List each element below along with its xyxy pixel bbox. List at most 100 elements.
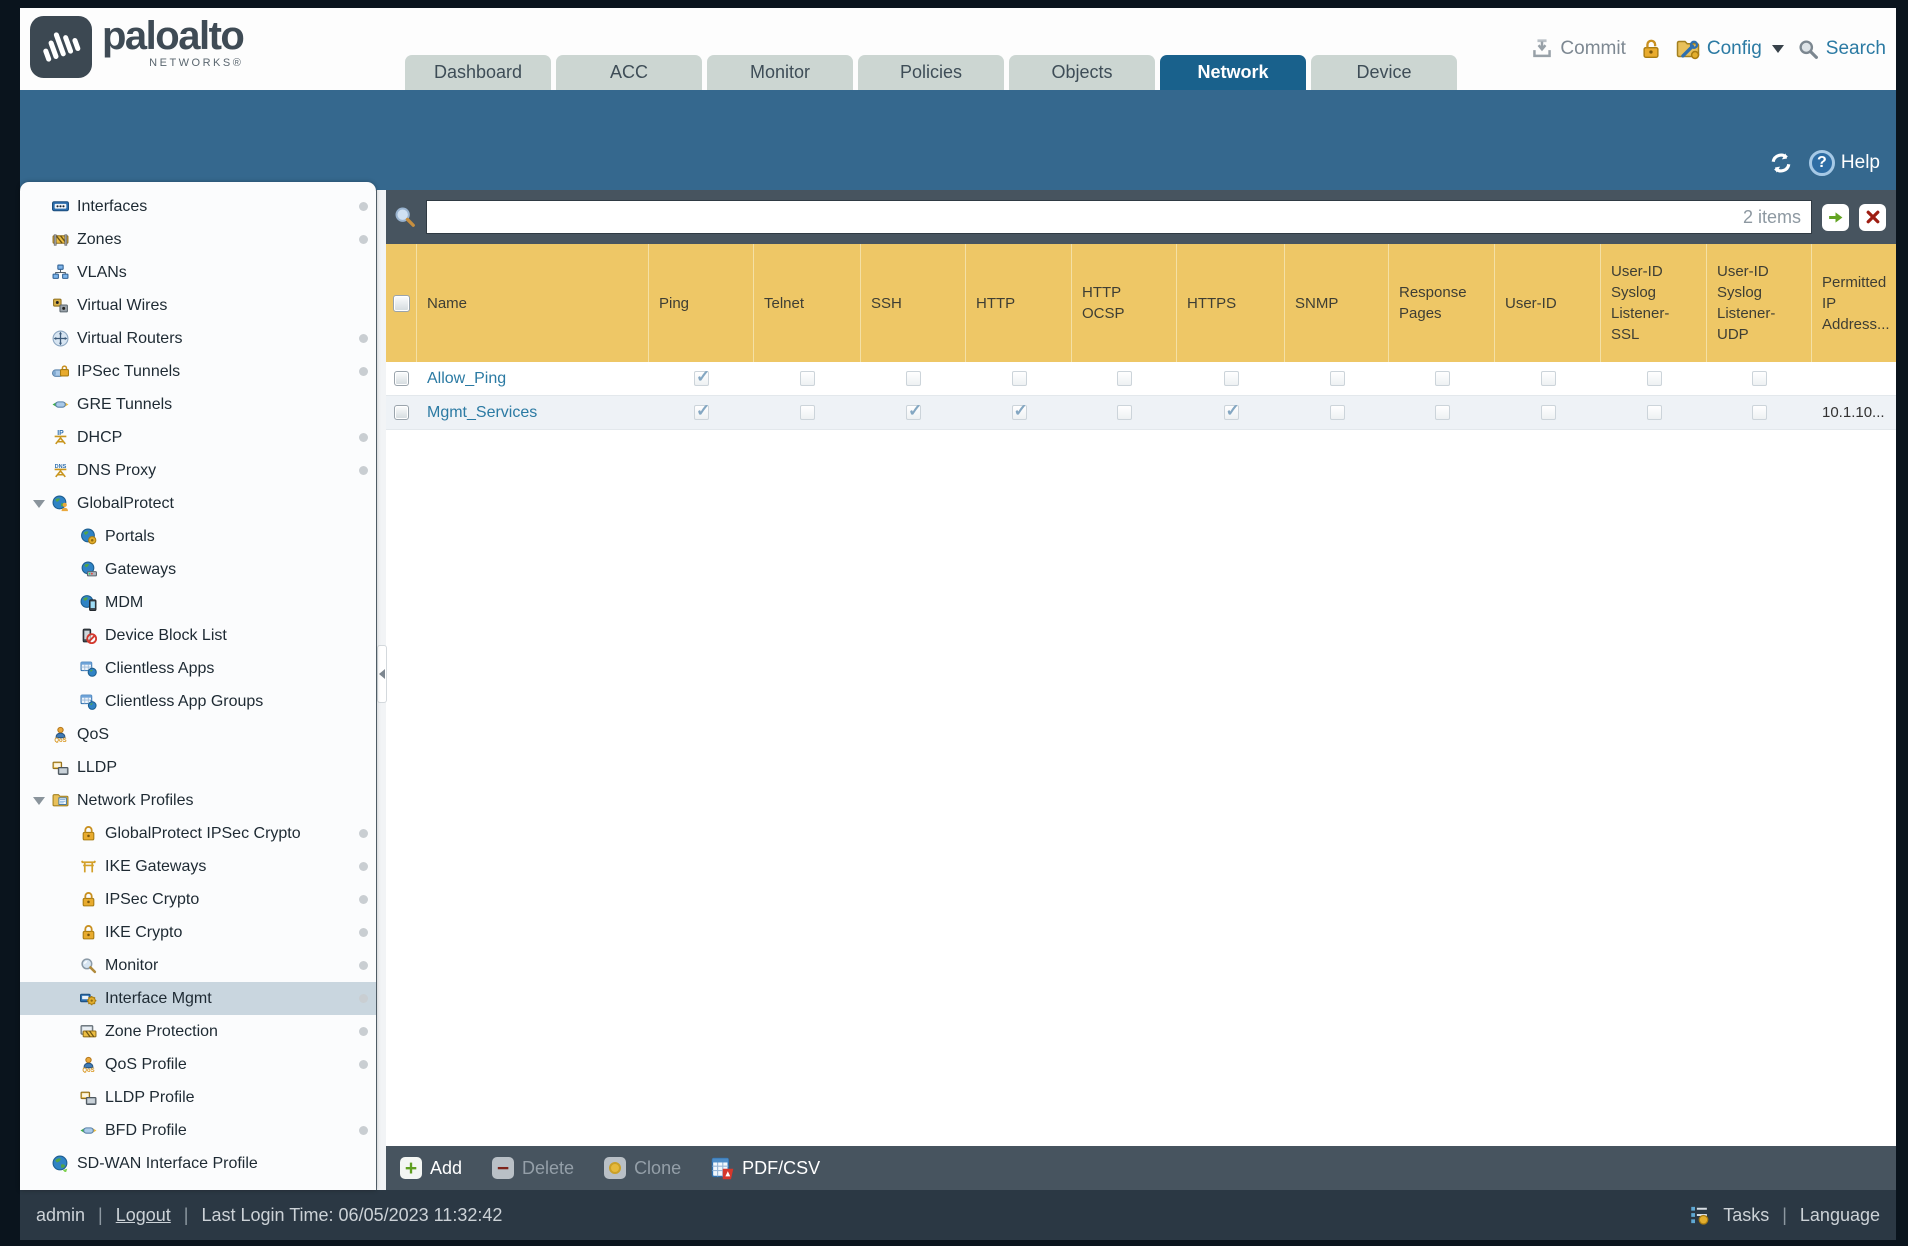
column-header-name[interactable]: Name (417, 244, 649, 362)
column-header-permitted-ip-address[interactable]: Permitted IP Address... (1812, 244, 1900, 362)
sidebar-item-virtual-routers[interactable]: Virtual Routers (20, 322, 376, 355)
column-label: User-ID Syslog Listener-SSL (1611, 263, 1670, 343)
capps-icon (80, 660, 97, 677)
tab-policies[interactable]: Policies (858, 55, 1004, 90)
sidebar-item-interfaces[interactable]: Interfaces (20, 190, 376, 223)
sidebar-item-qos-profile[interactable]: QoS QoS Profile (20, 1048, 376, 1081)
ping-cell (649, 396, 754, 429)
clone-button[interactable]: Clone (604, 1157, 681, 1179)
commit-button[interactable]: Commit (1531, 38, 1626, 60)
sidebar-item-gateways[interactable]: Gateways (20, 553, 376, 586)
column-header-http-ocsp[interactable]: HTTP OCSP (1072, 244, 1177, 362)
tab-network[interactable]: Network (1160, 55, 1306, 90)
bfd-icon (80, 1122, 97, 1139)
sidebar-item-label: Clientless Apps (105, 659, 215, 677)
sidebar-item-globalprotect[interactable]: GlobalProtect (20, 487, 376, 520)
logout-link[interactable]: Logout (116, 1205, 171, 1226)
column-header-user-id[interactable]: User-ID (1495, 244, 1601, 362)
column-header-telnet[interactable]: Telnet (754, 244, 861, 362)
column-header-response-pages[interactable]: Response Pages (1389, 244, 1495, 362)
gp-icon (52, 495, 69, 512)
sidebar-item-vlans[interactable]: VLANs (20, 256, 376, 289)
row-checkbox[interactable] (394, 405, 409, 420)
tab-acc[interactable]: ACC (556, 55, 702, 90)
tab-dashboard[interactable]: Dashboard (405, 55, 551, 90)
sidebar-item-qos[interactable]: QoS QoS (20, 718, 376, 751)
sidebar-item-ipsec-tunnels[interactable]: IPSec Tunnels (20, 355, 376, 388)
search-menu[interactable]: Search (1798, 38, 1886, 60)
sidebar-item-interface-mgmt[interactable]: Interface Mgmt (20, 982, 376, 1015)
help-icon: ? (1808, 150, 1835, 176)
filter-toolbar: 2 items (386, 190, 1896, 244)
paloalto-logo-icon (30, 16, 92, 78)
sidebar-item-ike-gateways[interactable]: IKE Gateways (20, 850, 376, 883)
sidebar-item-ike-crypto[interactable]: IKE Crypto (20, 916, 376, 949)
sidebar-item-lldp[interactable]: LLDP (20, 751, 376, 784)
sidebar-item-monitor[interactable]: Monitor (20, 949, 376, 982)
sidebar-item-clientless-app-groups[interactable]: 3 Clientless App Groups (20, 685, 376, 718)
column-label: HTTP OCSP (1082, 284, 1125, 322)
tasks-button[interactable]: Tasks (1723, 1205, 1769, 1226)
permitted-ip-cell: 10.1.10... (1822, 404, 1885, 421)
sidebar-item-ipsec-crypto[interactable]: IPSec Crypto (20, 883, 376, 916)
sidebar-item-portals[interactable]: Portals (20, 520, 376, 553)
sidebar-item-device-block-list[interactable]: Device Block List (20, 619, 376, 652)
sidebar-item-lldp-profile[interactable]: LLDP Profile (20, 1081, 376, 1114)
language-button[interactable]: Language (1800, 1205, 1880, 1226)
user_id-unchecked-checkbox (1540, 405, 1556, 420)
sidebar-item-sd-wan-interface-profile[interactable]: SD-WAN Interface Profile (20, 1147, 376, 1180)
row-checkbox[interactable] (394, 371, 409, 386)
red-x-icon (1866, 210, 1879, 224)
sidebar-item-virtual-wires[interactable]: Virtual Wires (20, 289, 376, 322)
pdf-csv-button[interactable]: PDF/CSV (711, 1157, 820, 1180)
uid_syslog_udp-unchecked-checkbox (1752, 371, 1767, 386)
column-header-user-id-syslog-listener-ssl[interactable]: User-ID Syslog Listener-SSL (1601, 244, 1707, 362)
lock-icon[interactable] (1640, 38, 1662, 60)
caret-down-icon[interactable] (33, 796, 45, 805)
ssh-cell (861, 362, 966, 395)
sidebar-item-clientless-apps[interactable]: Clientless Apps (20, 652, 376, 685)
config-menu[interactable]: Config (1676, 37, 1784, 61)
sidebar-item-zones[interactable]: Zones (20, 223, 376, 256)
column-header-user-id-syslog-listener-udp[interactable]: User-ID Syslog Listener-UDP (1707, 244, 1812, 362)
sidebar-item-label: Network Profiles (77, 791, 194, 809)
sidebar-item-zone-protection[interactable]: Zone Protection (20, 1015, 376, 1048)
item-dot (359, 202, 368, 211)
sidebar-item-bfd-profile[interactable]: BFD Profile (20, 1114, 376, 1147)
caret-down-icon[interactable] (33, 499, 45, 508)
help-button[interactable]: ? Help (1808, 150, 1880, 176)
refresh-icon[interactable] (1769, 151, 1793, 175)
column-header-https[interactable]: HTTPS (1177, 244, 1285, 362)
select-all-checkbox[interactable] (392, 294, 410, 312)
sidebar-splitter[interactable] (376, 190, 387, 1190)
column-header-ssh[interactable]: SSH (861, 244, 966, 362)
footer-separator: | (1782, 1204, 1787, 1225)
apply-filter-button[interactable] (1822, 203, 1849, 231)
sidebar-item-network-profiles[interactable]: Network Profiles (20, 784, 376, 817)
add-button[interactable]: + Add (400, 1157, 462, 1179)
uid_syslog_ssl-unchecked-checkbox (1646, 405, 1662, 420)
http-checked-checkbox (1011, 401, 1028, 421)
sidebar-collapse-handle[interactable] (377, 645, 387, 703)
column-header-ping[interactable]: Ping (649, 244, 754, 362)
sidebar-item-gre-tunnels[interactable]: GRE Tunnels (20, 388, 376, 421)
sidebar-item-dhcp[interactable]: IP DHCP (20, 421, 376, 454)
profile-link-mgmt-services[interactable]: Mgmt_Services (427, 404, 537, 422)
filter-input[interactable] (427, 201, 1743, 233)
tab-monitor[interactable]: Monitor (707, 55, 853, 90)
telnet-cell (754, 396, 861, 429)
filter-field: 2 items (426, 200, 1812, 234)
column-header-snmp[interactable]: SNMP (1285, 244, 1389, 362)
tab-objects[interactable]: Objects (1009, 55, 1155, 90)
column-label: Telnet (764, 294, 805, 312)
sidebar-item-mdm[interactable]: MDM (20, 586, 376, 619)
column-header-http[interactable]: HTTP (966, 244, 1072, 362)
profile-link-allow-ping[interactable]: Allow_Ping (427, 370, 506, 388)
clear-filter-button[interactable] (1859, 203, 1886, 231)
sidebar-item-dns-proxy[interactable]: DNS DNS Proxy (20, 454, 376, 487)
delete-button[interactable]: − Delete (492, 1157, 574, 1179)
tab-device[interactable]: Device (1311, 55, 1457, 90)
sidebar-item-globalprotect-ipsec-crypto[interactable]: GlobalProtect IPSec Crypto (20, 817, 376, 850)
response_pages-cell (1389, 396, 1495, 429)
main-panel: 2 items Name Ping Telnet SSH HTTP HTTP OCSP HT… (386, 190, 1896, 1190)
